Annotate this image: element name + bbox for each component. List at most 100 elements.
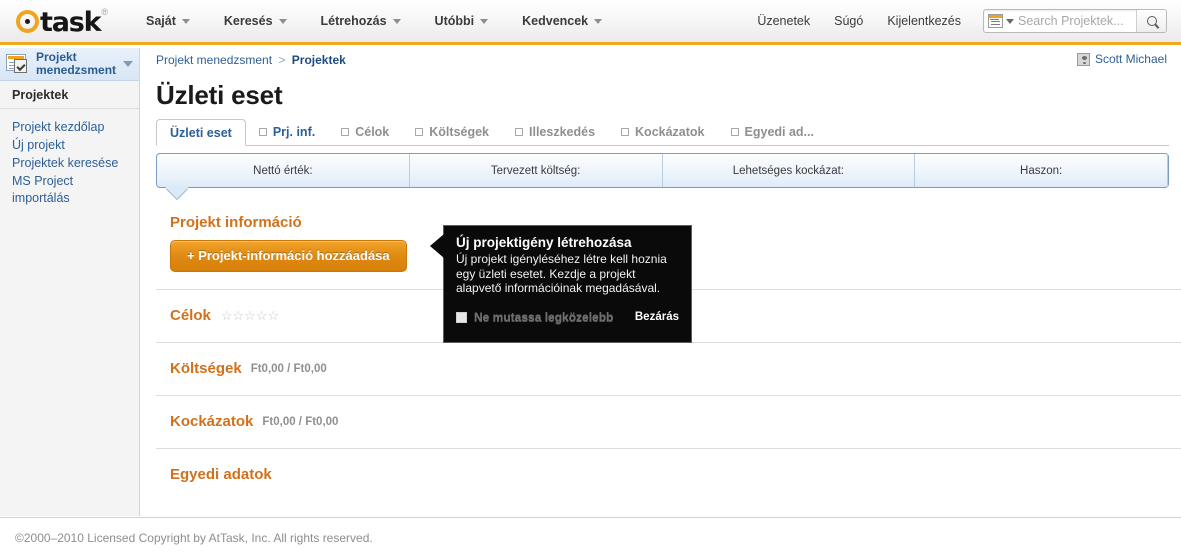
tooltip-footer: Ne mutassa legközelebb Bezárás <box>456 310 679 324</box>
header-utility-links: Üzenetek Súgó Kijelentkezés <box>745 9 1181 33</box>
summary-bar-pointer-cover <box>166 187 188 189</box>
current-user-name: Scott Michael <box>1094 52 1167 66</box>
sidebar-section-projektek: Projektek <box>0 81 139 109</box>
tab-koltsegek[interactable]: Költségek <box>402 119 502 145</box>
avatar-icon <box>1076 52 1090 66</box>
chevron-down-icon <box>181 18 190 24</box>
section-meta: Ft0,00 / Ft0,00 <box>262 415 339 428</box>
section-kockazatok: Kockázatok Ft0,00 / Ft0,00 <box>156 396 1181 449</box>
add-project-info-button[interactable]: + Projekt-információ hozzáadása <box>170 240 407 272</box>
tab-label: Kockázatok <box>635 125 705 139</box>
tooltip-arrow-icon <box>430 234 444 258</box>
section-title: Célok <box>170 307 211 324</box>
tab-prj-inf[interactable]: Prj. inf. <box>246 119 328 145</box>
section-title: Kockázatok <box>170 413 254 430</box>
tab-celok[interactable]: Célok <box>328 119 402 145</box>
chevron-down-icon <box>392 18 401 24</box>
summary-cell-netto-ertek: Nettó érték: <box>157 154 410 187</box>
onboarding-tooltip: Új projektigény létrehozása Új projekt i… <box>430 225 692 343</box>
nav-item-label: Utóbbi <box>434 14 475 28</box>
breadcrumb-current[interactable]: Projektek <box>292 53 346 67</box>
summary-cell-haszon: Haszon: <box>915 154 1168 187</box>
messages-link[interactable]: Üzenetek <box>745 14 822 28</box>
top-header-bar: task ® Saját Keresés Létrehozás Utóbbi K… <box>0 0 1181 45</box>
tab-illeszkedes[interactable]: Illeszkedés <box>502 119 608 145</box>
logout-link[interactable]: Kijelentkezés <box>875 14 973 28</box>
tooltip-close-link[interactable]: Bezárás <box>635 311 679 323</box>
tab-bar: Üzleti eset Prj. inf. Célok Költségek Il… <box>156 118 1169 146</box>
section-title: Projekt információ <box>170 214 302 231</box>
checkbox-icon[interactable] <box>621 128 630 136</box>
tooltip-title: Új projektigény létrehozása <box>456 235 632 250</box>
breadcrumb-separator: > <box>278 53 286 67</box>
nav-item-sajat[interactable]: Saját <box>129 0 207 42</box>
sidebar-item-uj-projekt[interactable]: Új projekt <box>12 137 122 154</box>
nav-item-label: Létrehozás <box>320 14 387 28</box>
tab-label: Célok <box>355 125 390 139</box>
chevron-down-icon[interactable] <box>1006 18 1014 24</box>
page-title: Üzleti eset <box>156 80 283 110</box>
chevron-down-icon <box>594 18 603 24</box>
rating-stars-icon[interactable]: ☆☆☆☆☆ <box>221 308 279 324</box>
copyright-text: ©2000–2010 Licensed Copyright by AtTask,… <box>15 531 373 545</box>
checkbox-icon[interactable] <box>515 128 524 136</box>
chevron-down-icon <box>278 18 287 24</box>
search-submit-button[interactable] <box>1136 10 1166 32</box>
tab-uzleti-eset[interactable]: Üzleti eset <box>156 119 246 146</box>
logo-text: task <box>40 6 102 38</box>
tab-kockazatok[interactable]: Kockázatok <box>608 119 717 145</box>
tab-label: Egyedi ad... <box>744 125 814 139</box>
sidebar-link-list: Projekt kezdőlap Új projekt Projektek ke… <box>0 109 139 207</box>
at-circle-logo-icon <box>16 9 39 33</box>
checkbox-icon[interactable] <box>730 128 739 136</box>
tab-egyedi-adatok[interactable]: Egyedi ad... <box>718 119 827 145</box>
tab-label: Üzleti eset <box>170 125 232 140</box>
section-title: Egyedi adatok <box>170 466 272 483</box>
summary-cell-tervezett-koltseg: Tervezett költség: <box>410 154 663 187</box>
chevron-down-icon[interactable] <box>123 61 133 67</box>
main-navigation: Saját Keresés Létrehozás Utóbbi Kedvence… <box>129 0 619 42</box>
logo-registered-mark: ® <box>101 7 108 17</box>
sidebar-item-ms-project-importalas[interactable]: MS Project importálás <box>12 173 122 207</box>
dont-show-again-label: Ne mutassa legközelebb <box>474 310 614 324</box>
sidebar: Projekt menedzsment Projektek Projekt ke… <box>0 48 140 516</box>
nav-item-label: Kedvencek <box>522 14 589 28</box>
tab-label: Illeszkedés <box>529 125 596 139</box>
nav-item-label: Keresés <box>223 14 273 28</box>
nav-item-kereses[interactable]: Keresés <box>207 0 304 42</box>
section-koltsegek: Költségek Ft0,00 / Ft0,00 <box>156 343 1181 396</box>
tab-label: Prj. inf. <box>272 125 316 139</box>
nav-item-kedvencek[interactable]: Kedvencek <box>505 0 619 42</box>
tab-label: Költségek <box>429 125 490 139</box>
search-scope-icon[interactable] <box>988 14 1003 28</box>
sidebar-header-project-management[interactable]: Projekt menedzsment <box>0 48 139 81</box>
summary-bar: Nettó érték: Tervezett költség: Lehetség… <box>156 153 1169 199</box>
nav-item-utobbi[interactable]: Utóbbi <box>418 0 506 42</box>
magnifier-icon <box>1146 16 1157 26</box>
chevron-down-icon <box>480 18 489 24</box>
sidebar-item-projekt-kezdolap[interactable]: Projekt kezdőlap <box>12 119 122 136</box>
search-input[interactable] <box>1018 14 1136 28</box>
sidebar-header-label: Projekt menedzsment <box>36 50 117 77</box>
project-management-icon <box>6 53 30 75</box>
dont-show-again-checkbox[interactable] <box>456 311 467 323</box>
summary-cell-lehetseges-kockazat: Lehetséges kockázat: <box>663 154 916 187</box>
checkbox-icon[interactable] <box>341 128 350 136</box>
search-box <box>983 9 1167 33</box>
checkbox-icon[interactable] <box>258 128 267 136</box>
app-window: task ® Saját Keresés Létrehozás Utóbbi K… <box>0 0 1181 556</box>
nav-item-label: Saját <box>146 14 176 28</box>
checkbox-icon[interactable] <box>415 128 424 136</box>
breadcrumb: Projekt menedzsment > Projektek <box>156 53 346 67</box>
nav-item-letrehozas[interactable]: Létrehozás <box>304 0 418 42</box>
app-logo[interactable]: task ® <box>16 0 108 42</box>
help-link[interactable]: Súgó <box>822 14 875 28</box>
breadcrumb-root[interactable]: Projekt menedzsment <box>156 53 272 67</box>
sidebar-item-projektek-keresese[interactable]: Projektek keresése <box>12 155 122 172</box>
summary-bar-pointer <box>166 188 188 199</box>
tooltip-body: Új projekt igényléséhez létre kell hozni… <box>456 252 667 295</box>
section-egyedi-adatok: Egyedi adatok <box>156 449 1181 501</box>
section-title: Költségek <box>170 360 242 377</box>
page-footer: ©2000–2010 Licensed Copyright by AtTask,… <box>0 517 1181 556</box>
current-user[interactable]: Scott Michael <box>1076 52 1167 66</box>
